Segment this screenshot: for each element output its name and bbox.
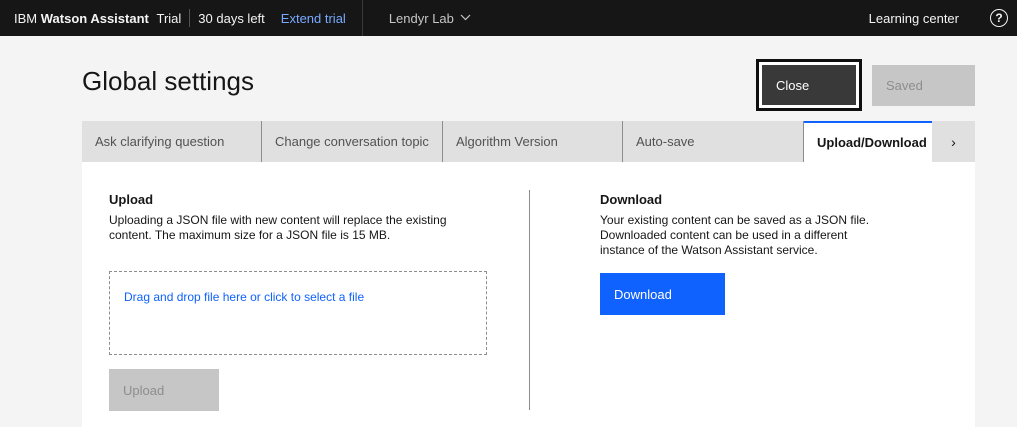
settings-tabs: Ask clarifying question Change conversat… (82, 121, 975, 162)
download-description-line-3: instance of the Watson Assistant service… (600, 243, 818, 257)
column-divider (529, 190, 530, 410)
dropzone-text: Drag and drop file here or click to sele… (124, 290, 365, 304)
close-button[interactable]: Close (756, 59, 862, 111)
file-dropzone[interactable]: Drag and drop file here or click to sele… (109, 271, 487, 355)
tab-ask-clarifying-question[interactable]: Ask clarifying question (82, 121, 262, 162)
download-button[interactable]: Download (600, 273, 725, 315)
upload-description-line-2: content. The maximum size for a JSON fil… (109, 228, 391, 242)
extend-trial-link[interactable]: Extend trial (281, 11, 346, 26)
upload-title: Upload (109, 192, 154, 207)
tab-upload-download[interactable]: Upload/Download (804, 121, 932, 162)
product-name[interactable]: IBM Watson Assistant Trial (14, 11, 181, 26)
brand-ibm: IBM (14, 10, 38, 26)
brand-product: Watson Assistant (40, 10, 149, 26)
saved-button[interactable]: Saved (872, 65, 975, 106)
workspace-switcher[interactable]: Lendyr Lab (389, 11, 471, 26)
help-button[interactable]: ? (981, 0, 1017, 36)
header-divider-2 (361, 0, 363, 36)
tab-change-conversation-topic[interactable]: Change conversation topic (262, 121, 443, 162)
top-header: IBM Watson Assistant Trial 30 days left … (0, 0, 1017, 36)
trial-days-left: 30 days left (198, 10, 265, 26)
upload-download-panel: Upload Uploading a JSON file with new co… (82, 162, 975, 427)
tab-algorithm-version[interactable]: Algorithm Version (443, 121, 623, 162)
download-description-line-1: Your existing content can be saved as a … (600, 213, 870, 227)
plan-label: Trial (156, 10, 182, 26)
help-icon: ? (990, 9, 1008, 27)
learning-center-link[interactable]: Learning center (869, 11, 959, 26)
workspace-name: Lendyr Lab (388, 10, 454, 26)
download-description-line-2: Downloaded content can be used in a diff… (600, 228, 848, 242)
page-title: Global settings (82, 66, 254, 96)
tab-auto-save[interactable]: Auto-save (623, 121, 804, 162)
header-divider (189, 9, 191, 27)
tabs-next-button[interactable]: › (932, 121, 975, 162)
close-button-label: Close (762, 65, 856, 105)
chevron-right-icon: › (951, 133, 956, 150)
upload-description-line-1: Uploading a JSON file with new content w… (109, 213, 447, 227)
chevron-down-icon (460, 13, 471, 24)
download-title: Download (600, 192, 663, 207)
upload-button[interactable]: Upload (109, 369, 219, 411)
